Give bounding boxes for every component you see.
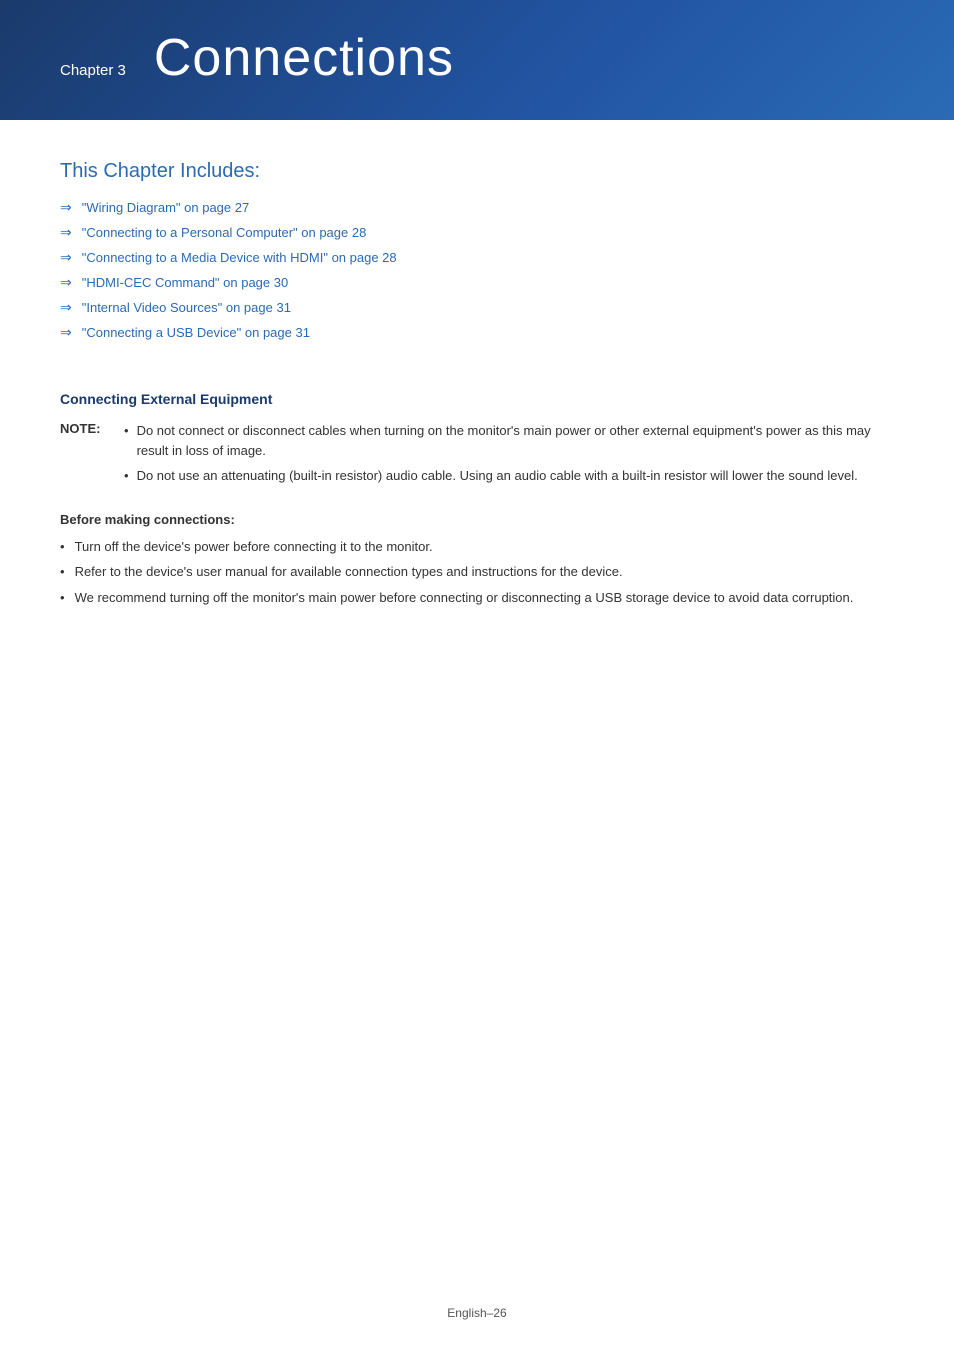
list-item: ⇒ "HDMI-CEC Command" on page 30 <box>60 274 894 291</box>
note-row: NOTE: Do not connect or disconnect cable… <box>60 421 894 492</box>
list-item: ⇒ "Connecting to a Media Device with HDM… <box>60 249 894 266</box>
list-item: Refer to the device's user manual for av… <box>60 562 894 582</box>
arrow-icon: ⇒ <box>60 324 72 341</box>
list-item: ⇒ "Connecting to a Personal Computer" on… <box>60 224 894 241</box>
list-item: Do not connect or disconnect cables when… <box>124 421 894 460</box>
note-text: Do not connect or disconnect cables when… <box>137 421 894 460</box>
content-area: This Chapter Includes: ⇒ "Wiring Diagram… <box>0 160 954 607</box>
arrow-icon: ⇒ <box>60 224 72 241</box>
page-container: Chapter 3 Connections This Chapter Inclu… <box>0 0 954 1350</box>
toc-link[interactable]: "Connecting a USB Device" on page 31 <box>82 325 310 340</box>
connecting-section-title: Connecting External Equipment <box>60 391 894 407</box>
before-text: Refer to the device's user manual for av… <box>75 562 623 582</box>
before-text: We recommend turning off the monitor's m… <box>75 588 854 608</box>
before-text: Turn off the device's power before conne… <box>75 537 433 557</box>
chapter-header: Chapter 3 Connections <box>0 0 954 120</box>
list-item: ⇒ "Wiring Diagram" on page 27 <box>60 199 894 216</box>
list-item: We recommend turning off the monitor's m… <box>60 588 894 608</box>
before-title: Before making connections: <box>60 512 894 527</box>
page-footer: English–26 <box>0 1306 954 1320</box>
connecting-section: Connecting External Equipment NOTE: Do n… <box>60 391 894 607</box>
list-item: ⇒ "Connecting a USB Device" on page 31 <box>60 324 894 341</box>
toc-link[interactable]: "HDMI-CEC Command" on page 30 <box>82 275 288 290</box>
note-label: NOTE: <box>60 421 120 436</box>
before-list: Turn off the device's power before conne… <box>60 537 894 608</box>
toc-link[interactable]: "Connecting to a Media Device with HDMI"… <box>82 250 397 265</box>
toc-link[interactable]: "Connecting to a Personal Computer" on p… <box>82 225 367 240</box>
chapter-label: Chapter 3 <box>60 62 126 79</box>
note-text: Do not use an attenuating (built-in resi… <box>137 466 858 486</box>
page-number: English–26 <box>447 1306 506 1320</box>
list-item: Turn off the device's power before conne… <box>60 537 894 557</box>
toc-link[interactable]: "Wiring Diagram" on page 27 <box>82 200 249 215</box>
page-wrapper: Chapter 3 Connections This Chapter Inclu… <box>0 0 954 1350</box>
list-item: Do not use an attenuating (built-in resi… <box>124 466 894 486</box>
note-bullet-list: Do not connect or disconnect cables when… <box>124 421 894 492</box>
arrow-icon: ⇒ <box>60 249 72 266</box>
arrow-icon: ⇒ <box>60 274 72 291</box>
toc-list: ⇒ "Wiring Diagram" on page 27 ⇒ "Connect… <box>60 199 894 341</box>
toc-heading: This Chapter Includes: <box>60 160 894 183</box>
chapter-title: Connections <box>154 28 454 88</box>
arrow-icon: ⇒ <box>60 299 72 316</box>
arrow-icon: ⇒ <box>60 199 72 216</box>
note-block: NOTE: Do not connect or disconnect cable… <box>60 421 894 492</box>
toc-link[interactable]: "Internal Video Sources" on page 31 <box>82 300 291 315</box>
list-item: ⇒ "Internal Video Sources" on page 31 <box>60 299 894 316</box>
toc-section: This Chapter Includes: ⇒ "Wiring Diagram… <box>60 160 894 341</box>
